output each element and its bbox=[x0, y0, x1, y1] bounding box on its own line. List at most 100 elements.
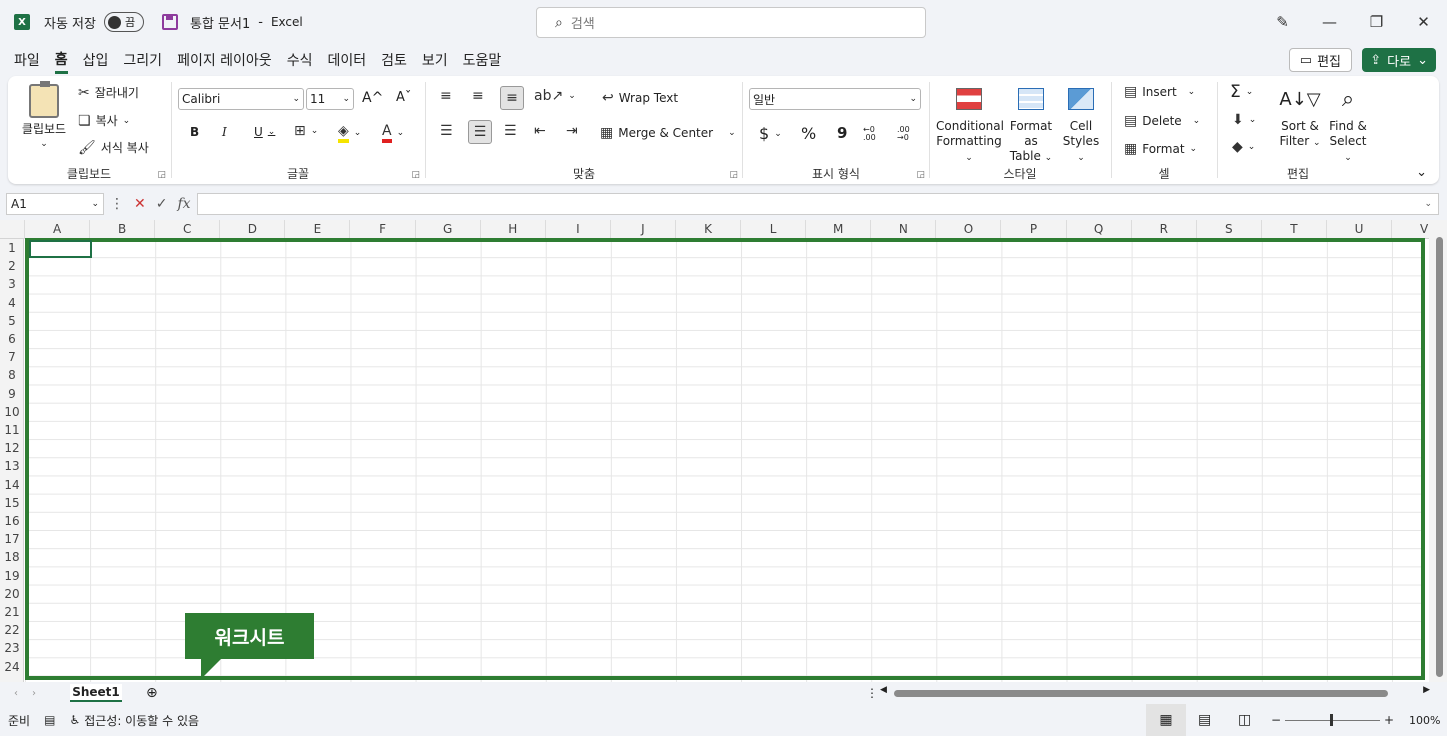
tab-review[interactable]: 검토 bbox=[381, 48, 407, 72]
accessibility-status[interactable]: 접근성: 이동할 수 있음 bbox=[84, 712, 199, 729]
font-color-button[interactable]: A ⌄ bbox=[382, 123, 404, 143]
row-header[interactable]: 3 bbox=[0, 275, 24, 293]
row-header[interactable]: 21 bbox=[0, 603, 24, 621]
tab-data[interactable]: 데이터 bbox=[327, 48, 366, 72]
column-header[interactable]: U bbox=[1327, 220, 1393, 239]
increase-indent-icon[interactable]: ⇥ bbox=[566, 123, 578, 139]
column-header[interactable]: C bbox=[155, 220, 221, 239]
row-header[interactable]: 1 bbox=[0, 239, 24, 257]
decrease-indent-icon[interactable]: ⇤ bbox=[534, 123, 546, 139]
shrink-font-button[interactable]: Aˇ bbox=[396, 90, 411, 105]
cut-button[interactable]: ✂ 잘라내기 bbox=[78, 84, 139, 101]
align-middle-icon[interactable]: ≡ bbox=[472, 88, 484, 104]
pen-icon[interactable]: ✎ bbox=[1259, 13, 1306, 31]
comma-button[interactable]: 9 bbox=[837, 124, 847, 142]
fx-icon[interactable]: fx bbox=[177, 196, 190, 212]
scroll-right-icon[interactable]: ▶ bbox=[1423, 685, 1430, 695]
clear-button[interactable]: ◆ ⌄ bbox=[1232, 139, 1255, 155]
orientation-button[interactable]: ab↗ ⌄ bbox=[534, 88, 576, 104]
increase-decimal-button[interactable]: ←0 .00 bbox=[863, 126, 885, 142]
row-header[interactable]: 6 bbox=[0, 330, 24, 348]
column-header[interactable]: G bbox=[416, 220, 481, 239]
accessibility-icon[interactable]: ♿ bbox=[69, 713, 80, 727]
currency-button[interactable]: $ ⌄ bbox=[759, 124, 782, 143]
row-header[interactable]: 11 bbox=[0, 421, 24, 439]
align-left-icon[interactable]: ☰ bbox=[440, 123, 453, 139]
dialog-launcher-icon[interactable]: ◲ bbox=[411, 170, 420, 180]
align-center-icon[interactable]: ☰ bbox=[468, 120, 492, 144]
row-header[interactable]: 10 bbox=[0, 403, 24, 421]
insert-button[interactable]: ▤ Insert ⌄ bbox=[1124, 84, 1195, 100]
merge-center-button[interactable]: ▦ Merge & Center ⌄ bbox=[600, 125, 736, 141]
column-header[interactable]: B bbox=[90, 220, 156, 239]
save-icon[interactable] bbox=[161, 14, 178, 30]
row-header[interactable]: 23 bbox=[0, 639, 24, 657]
column-header[interactable]: F bbox=[351, 220, 416, 239]
column-header[interactable]: O bbox=[936, 220, 1002, 239]
decrease-decimal-button[interactable]: .00 →0 bbox=[897, 126, 919, 142]
vertical-scroll-thumb[interactable] bbox=[1436, 237, 1443, 677]
fill-color-button[interactable]: ◈ ⌄ bbox=[338, 123, 361, 143]
borders-button[interactable]: ⊞ ⌄ bbox=[294, 123, 318, 139]
row-header[interactable]: 17 bbox=[0, 530, 24, 548]
sheet-tab[interactable]: Sheet1 bbox=[70, 684, 122, 702]
prev-sheet-icon[interactable]: ‹ bbox=[14, 688, 18, 699]
zoom-in-icon[interactable]: + bbox=[1384, 713, 1394, 727]
scroll-left-icon[interactable]: ◀ bbox=[880, 685, 887, 695]
column-header[interactable]: I bbox=[546, 220, 611, 239]
format-as-table-button[interactable]: Format as Table ⌄ bbox=[1004, 88, 1058, 166]
tab-page-layout[interactable]: 페이지 레이아웃 bbox=[177, 48, 272, 72]
column-header[interactable]: S bbox=[1197, 220, 1262, 239]
next-sheet-icon[interactable]: › bbox=[32, 688, 36, 699]
horizontal-scrollbar[interactable]: ◀ ▶ bbox=[880, 685, 1430, 698]
edit-mode-button[interactable]: ▭ 편집 bbox=[1288, 48, 1352, 72]
tab-insert[interactable]: 삽입 bbox=[83, 48, 109, 72]
align-bottom-icon[interactable]: ≡ bbox=[500, 86, 524, 110]
column-header[interactable]: D bbox=[220, 220, 286, 239]
row-header[interactable]: 19 bbox=[0, 567, 24, 585]
row-header[interactable]: 18 bbox=[0, 548, 24, 566]
row-header[interactable]: 2 bbox=[0, 257, 24, 275]
column-header[interactable]: A bbox=[25, 220, 91, 239]
row-header[interactable]: 7 bbox=[0, 348, 24, 366]
restore-button[interactable]: ❐ bbox=[1353, 13, 1400, 31]
search-box[interactable]: ⌕ 검색 bbox=[536, 7, 926, 38]
row-header[interactable]: 5 bbox=[0, 312, 24, 330]
tab-view[interactable]: 보기 bbox=[422, 48, 448, 72]
font-name-select[interactable]: Calibri ⌄ bbox=[178, 88, 304, 110]
row-header[interactable]: 13 bbox=[0, 457, 24, 475]
check-icon[interactable]: ✓ bbox=[156, 196, 168, 212]
tab-file[interactable]: 파일 bbox=[14, 48, 40, 72]
page-break-view-icon[interactable]: ◫ bbox=[1238, 712, 1251, 728]
cancel-icon[interactable]: ✕ bbox=[134, 196, 146, 212]
row-header[interactable]: 8 bbox=[0, 366, 24, 384]
autosum-button[interactable]: Σ ⌄ bbox=[1230, 82, 1253, 102]
row-header[interactable]: 24 bbox=[0, 658, 24, 676]
column-header[interactable]: H bbox=[481, 220, 546, 239]
font-size-select[interactable]: 11 ⌄ bbox=[306, 88, 354, 110]
wrap-text-button[interactable]: ↩ Wrap Text bbox=[602, 90, 678, 106]
dialog-launcher-icon[interactable]: ◲ bbox=[729, 170, 738, 180]
column-header[interactable]: P bbox=[1002, 220, 1067, 239]
column-header[interactable]: J bbox=[611, 220, 676, 239]
row-header[interactable]: 20 bbox=[0, 585, 24, 603]
bold-button[interactable]: B bbox=[190, 125, 199, 139]
row-header[interactable]: 14 bbox=[0, 476, 24, 494]
column-header[interactable]: L bbox=[741, 220, 807, 239]
ribbon-collapse-icon[interactable]: ⌄ bbox=[1416, 165, 1427, 180]
zoom-slider-thumb[interactable] bbox=[1330, 714, 1333, 726]
row-header[interactable]: 15 bbox=[0, 494, 24, 512]
column-header[interactable]: K bbox=[676, 220, 742, 239]
add-sheet-icon[interactable]: ⊕ bbox=[146, 685, 158, 701]
underline-button[interactable]: U ⌄ bbox=[254, 125, 275, 139]
italic-button[interactable]: I bbox=[222, 125, 227, 139]
formula-input[interactable]: ⌄ bbox=[197, 193, 1439, 215]
vertical-scrollbar[interactable] bbox=[1429, 220, 1447, 682]
select-all-corner[interactable] bbox=[0, 220, 25, 239]
row-header[interactable]: 12 bbox=[0, 439, 24, 457]
align-right-icon[interactable]: ☰ bbox=[504, 123, 517, 139]
minimize-button[interactable]: — bbox=[1306, 13, 1353, 31]
tab-home[interactable]: 홈 bbox=[54, 47, 68, 74]
column-header[interactable]: M bbox=[806, 220, 872, 239]
more-icon[interactable]: ⋮ bbox=[110, 196, 124, 212]
